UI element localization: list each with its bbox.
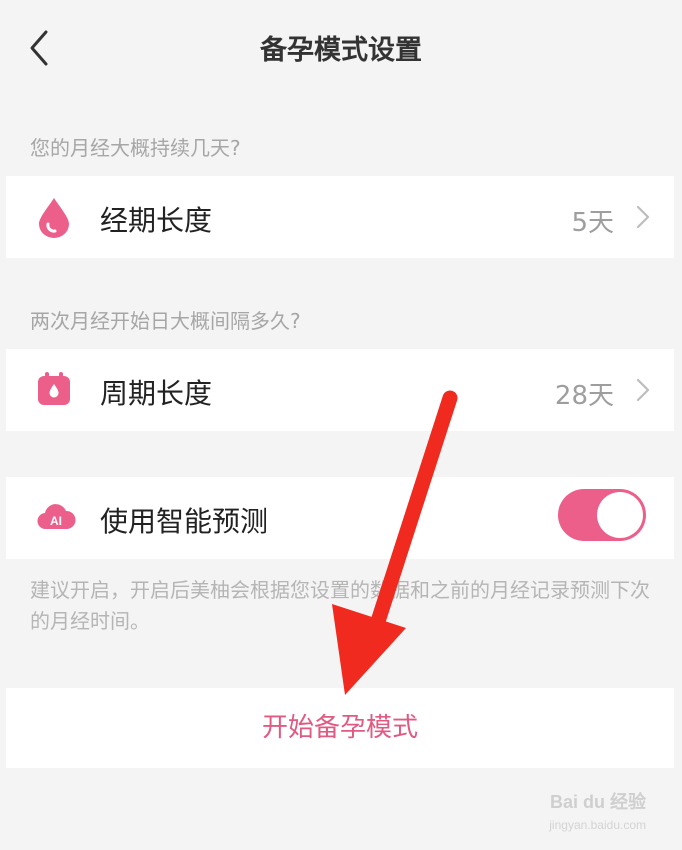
page-title: 备孕模式设置 [260, 35, 422, 66]
smart-prediction-row: AI 使用智能预测 [6, 477, 674, 559]
period-length-value: 5天 [571, 208, 614, 238]
smart-prediction-label: 使用智能预测 [100, 505, 269, 538]
chevron-right-icon [636, 205, 650, 229]
cycle-length-label: 周期长度 [100, 377, 213, 410]
cycle-question: 两次月经开始日大概间隔多久? [30, 309, 301, 333]
ai-cloud-icon: AI [36, 499, 76, 535]
prediction-note: 建议开启，开启后美柚会根据您设置的数据和之前的月经记录预测下次的月经时间。 [30, 578, 650, 633]
period-length-label: 经期长度 [100, 204, 213, 237]
start-pregnancy-mode-button[interactable]: 开始备孕模式 [6, 688, 674, 768]
ai-icon-text: AI [50, 514, 62, 528]
cycle-length-row[interactable]: 周期长度 28天 [6, 349, 674, 431]
cycle-length-value: 28天 [554, 381, 614, 411]
watermark-url: jingyan.baidu.com [549, 818, 646, 832]
baidu-watermark: Bai du 经验 [549, 792, 646, 812]
droplet-icon [39, 198, 69, 238]
top-bar: 备孕模式设置 [0, 0, 682, 95]
chevron-right-icon [636, 378, 650, 402]
period-length-row[interactable]: 经期长度 5天 [6, 176, 674, 258]
calendar-icon [38, 372, 70, 405]
smart-prediction-toggle[interactable] [558, 489, 646, 541]
period-question: 您的月经大概持续几天? [30, 136, 241, 160]
toggle-knob [597, 492, 643, 538]
